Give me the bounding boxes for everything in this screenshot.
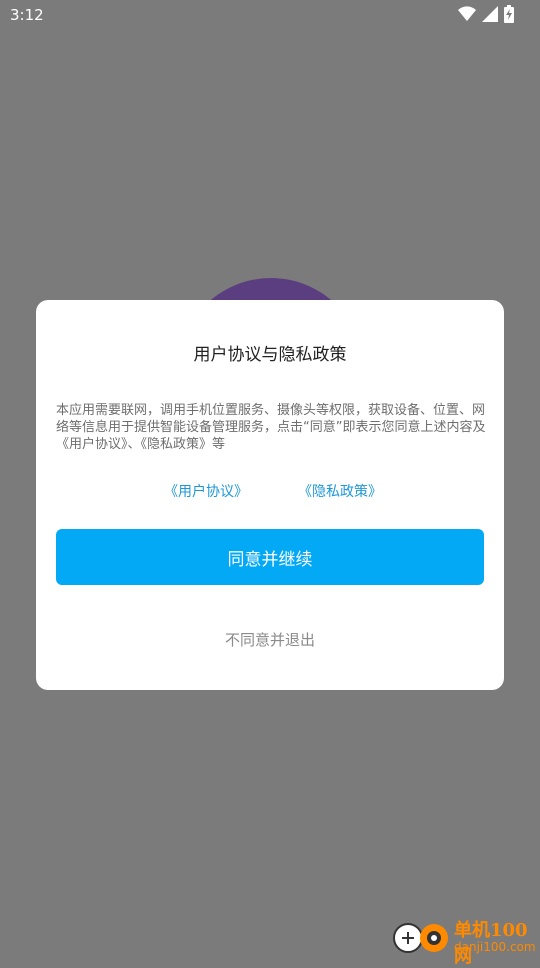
policy-links: 《用户协议》 《隐私政策》 <box>36 481 504 501</box>
watermark-logo-icon <box>392 918 450 954</box>
privacy-policy-link[interactable]: 《隐私政策》 <box>298 481 382 501</box>
battery-charging-icon <box>504 5 514 27</box>
site-watermark: 单机100网 danji100.com <box>392 910 540 967</box>
dialog-body-text: 本应用需要联网，调用手机位置服务、摄像头等权限，获取设备、位置、网络等信息用于提… <box>56 403 486 452</box>
wifi-icon <box>458 6 476 26</box>
status-icons <box>458 5 514 27</box>
agree-continue-button[interactable]: 同意并继续 <box>56 529 484 585</box>
decline-exit-button[interactable]: 不同意并退出 <box>36 627 504 651</box>
signal-icon <box>482 6 498 26</box>
status-bar: 3:12 <box>0 0 540 32</box>
privacy-dialog: 用户协议与隐私政策 本应用需要联网，调用手机位置服务、摄像头等权限，获取设备、位… <box>36 300 504 690</box>
status-time: 3:12 <box>10 6 44 24</box>
watermark-url: danji100.com <box>454 940 536 954</box>
user-agreement-link[interactable]: 《用户协议》 <box>164 481 248 501</box>
dialog-title: 用户协议与隐私政策 <box>193 345 347 365</box>
